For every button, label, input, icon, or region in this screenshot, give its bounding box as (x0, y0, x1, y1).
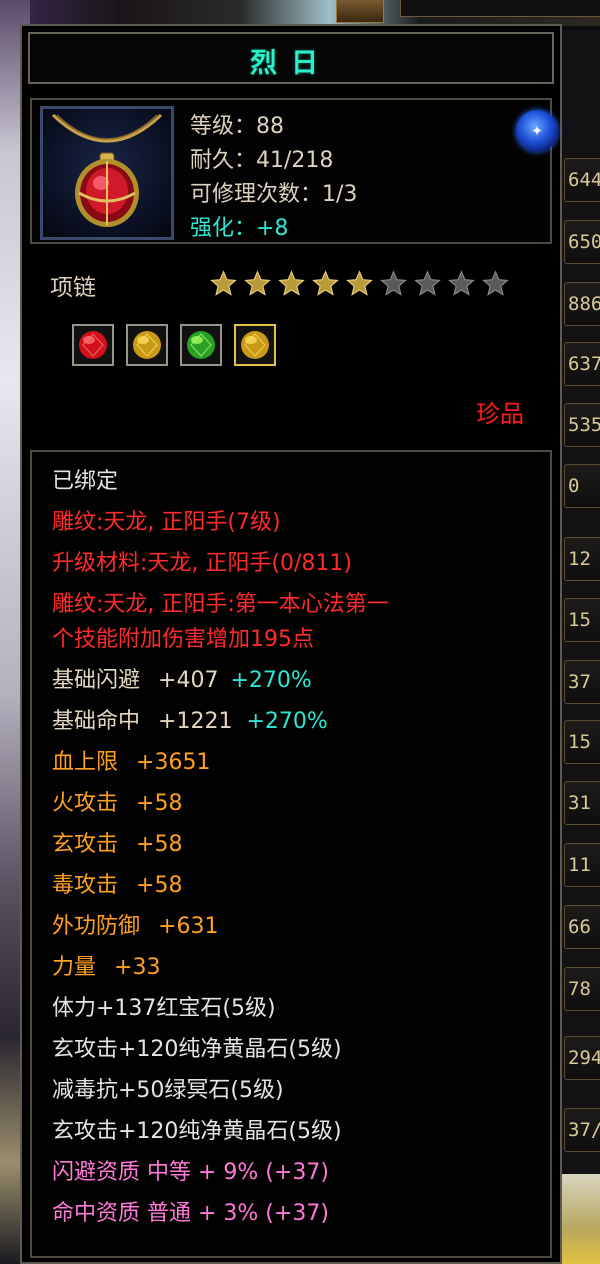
gem-bonus-line: 玄攻击+120纯净黄晶石(5级) (52, 1037, 342, 1062)
star-empty-icon (448, 270, 475, 296)
item-icon[interactable] (40, 106, 174, 240)
stat-value-cell: 12 (564, 537, 600, 581)
star-rating (210, 270, 509, 298)
aptitude-hit: 命中资质 普通 + 3% (+37) (52, 1201, 329, 1226)
gem-slots (72, 324, 276, 366)
yellow-crystal-gem-icon (241, 331, 269, 359)
green-gem-icon (187, 331, 215, 359)
gem-slot[interactable] (180, 324, 222, 366)
stat-value: +58 (136, 832, 183, 857)
stat-value: +631 (158, 914, 219, 939)
star-filled-icon (346, 270, 373, 296)
mystic-orb-icon: ✦ (516, 110, 558, 152)
stat-value: +33 (114, 955, 161, 980)
stat-value: +1221 (158, 709, 233, 734)
necklace-icon (51, 113, 163, 227)
stat-value-cell: 886 (564, 282, 600, 326)
stat-value: +3651 (136, 750, 211, 775)
stat-label: 火攻击 (52, 791, 119, 816)
stat-value: +58 (136, 873, 183, 898)
engrave-line: 雕纹:天龙, 正阳手(7级) (52, 510, 281, 535)
stat-label: 力量 (52, 955, 97, 980)
item-info-panel: 等级：88 耐久：41/218 可修理次数：1/3 强化：+8 ✦ (30, 98, 558, 244)
stat-value: +407 (158, 668, 219, 693)
star-empty-icon (380, 270, 407, 296)
stat-value-cell: 0 (564, 464, 600, 508)
stat-value-cell: 78 (564, 967, 600, 1011)
stat-value-cell: 15 (564, 598, 600, 642)
stat-value-cell: 650 (564, 220, 600, 264)
gem-bonus-line: 体力+137红宝石(5级) (52, 996, 276, 1021)
gem-slot[interactable] (72, 324, 114, 366)
item-level: 等级：88 (190, 114, 284, 139)
aptitude-dodge: 闪避资质 中等 + 9% (+37) (52, 1160, 329, 1185)
stat-value-cell: 294 (564, 1036, 600, 1080)
stat-strength: 力量 +33 (52, 954, 160, 982)
stat-label: 毒攻击 (52, 873, 119, 898)
item-category: 项链 (50, 275, 96, 301)
gem-bonus-line: 减毒抗+50绿冥石(5级) (52, 1078, 284, 1103)
upgrade-material-line: 升级材料:天龙, 正阳手(0/811) (52, 551, 352, 576)
tooltip-title-bar: 烈日 (28, 32, 554, 84)
stat-value-cell: 37/ (564, 1108, 600, 1152)
item-enhance-level: 强化：+8 (190, 216, 289, 241)
stat-value-cell: 11 (564, 843, 600, 887)
stat-hit: 基础命中 +1221 +270% (52, 708, 328, 736)
star-filled-icon (244, 270, 271, 296)
stat-value-cell: 31 (564, 781, 600, 825)
gem-slot[interactable] (126, 324, 168, 366)
ruby-gem-icon (79, 331, 107, 359)
bound-status: 已绑定 (52, 469, 119, 494)
item-details-panel: 已绑定 雕纹:天龙, 正阳手(7级) 升级材料:天龙, 正阳手(0/811) 雕… (30, 450, 552, 1258)
star-filled-icon (210, 270, 237, 296)
star-filled-icon (278, 270, 305, 296)
rarity-label: 珍品 (476, 400, 524, 428)
item-tooltip: 烈日 等级：88 耐久：41/218 可修理次数：1/3 强化：+8 ✦ 项链 … (20, 24, 562, 1264)
star-filled-icon (312, 270, 339, 296)
gem-bonus-line: 玄攻击+120纯净黄晶石(5级) (52, 1119, 342, 1144)
stat-value: +58 (136, 791, 183, 816)
equipment-tab[interactable] (336, 0, 384, 23)
stat-value-cell: 15 (564, 720, 600, 764)
gem-slot[interactable] (234, 324, 276, 366)
stat-label: 基础命中 (52, 709, 141, 734)
item-name: 烈日 (250, 48, 332, 79)
item-slot-corner (560, 1174, 600, 1264)
stat-label: 玄攻击 (52, 832, 119, 857)
stat-external-defense: 外功防御 +631 (52, 913, 218, 941)
stat-value-cell: 37 (564, 660, 600, 704)
stat-hp: 血上限 +3651 (52, 749, 210, 777)
stat-fire-attack: 火攻击 +58 (52, 790, 182, 818)
stat-percent: +270% (230, 668, 312, 693)
engrave-effect-line-1: 雕纹:天龙, 正阳手:第一本心法第一 (52, 592, 389, 617)
stat-value-cell: 637 (564, 342, 600, 386)
top-field (400, 0, 600, 17)
game-screen: 644 650 886 637 535 0 12 15 37 15 31 11 66 78 294 37/ 烈… (0, 0, 600, 1264)
stat-dodge: 基础闪避 +407 +270% (52, 667, 312, 695)
yellow-crystal-gem-icon (133, 331, 161, 359)
stat-poison-attack: 毒攻击 +58 (52, 872, 182, 900)
stat-label: 外功防御 (52, 914, 141, 939)
star-empty-icon (414, 270, 441, 296)
stat-label: 基础闪避 (52, 668, 141, 693)
star-empty-icon (482, 270, 509, 296)
stat-value-cell: 535 (564, 403, 600, 447)
stat-value-cell: 66 (564, 905, 600, 949)
item-repair-count: 可修理次数：1/3 (190, 182, 358, 207)
stat-xuan-attack: 玄攻击 +58 (52, 831, 182, 859)
stat-label: 血上限 (52, 750, 119, 775)
item-durability: 耐久：41/218 (190, 148, 334, 173)
engrave-effect-line-2: 个技能附加伤害增加195点 (52, 627, 314, 652)
stat-percent: +270% (246, 709, 328, 734)
stat-value-cell: 644 (564, 158, 600, 202)
